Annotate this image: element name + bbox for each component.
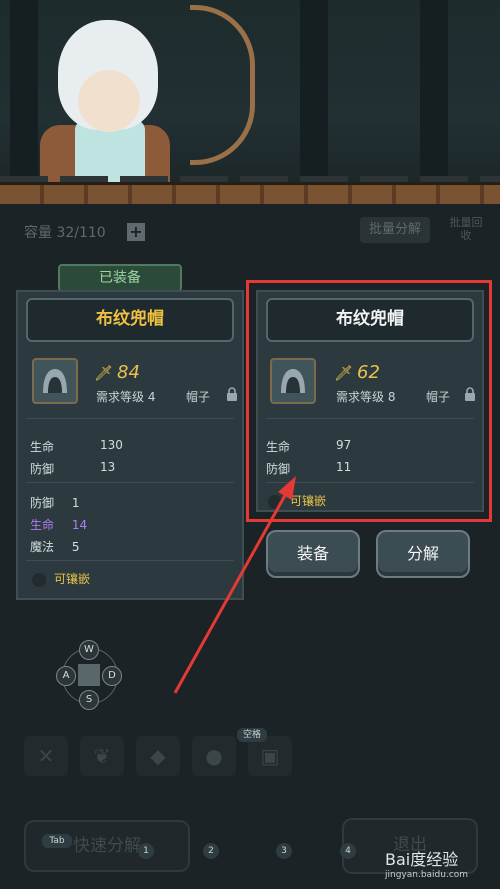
dpad-down-key[interactable]: S (79, 690, 99, 710)
tab-hotkey-badge: Tab (42, 834, 72, 848)
skill-slot-pet[interactable]: ❦ (80, 736, 124, 776)
watermark-sub: jingyan.baidu.com (385, 870, 469, 880)
dpad-right-key[interactable]: D (102, 666, 122, 686)
space-hotkey-badge: 空格 (237, 728, 267, 742)
watermark-main: Bai度经验 (385, 850, 459, 869)
paw-icon: ❦ (93, 744, 111, 768)
bomb-icon: ● (205, 744, 223, 768)
dpad-left-key[interactable]: A (56, 666, 76, 686)
chest-icon: ▣ (260, 744, 280, 768)
watermark: Bai度经验 jingyan.baidu.com (385, 846, 468, 880)
hotkey-badge-2: 2 (203, 843, 219, 859)
hotkey-badge-1: 1 (138, 843, 154, 859)
hotkey-badge-4: 4 (340, 843, 356, 859)
skill-slot-bomb[interactable]: ● (192, 736, 236, 776)
movement-dpad[interactable]: W A D S (54, 640, 124, 710)
gem-icon: ◆ (150, 744, 166, 768)
tools-icon: ✕ (37, 744, 55, 768)
hotkey-badge-3: 3 (276, 843, 292, 859)
skill-slot-gem[interactable]: ◆ (136, 736, 180, 776)
dpad-center (78, 664, 100, 686)
skill-slot-chest[interactable]: ▣ (248, 736, 292, 776)
dpad-up-key[interactable]: W (79, 640, 99, 660)
skill-slot-tools[interactable]: ✕ (24, 736, 68, 776)
